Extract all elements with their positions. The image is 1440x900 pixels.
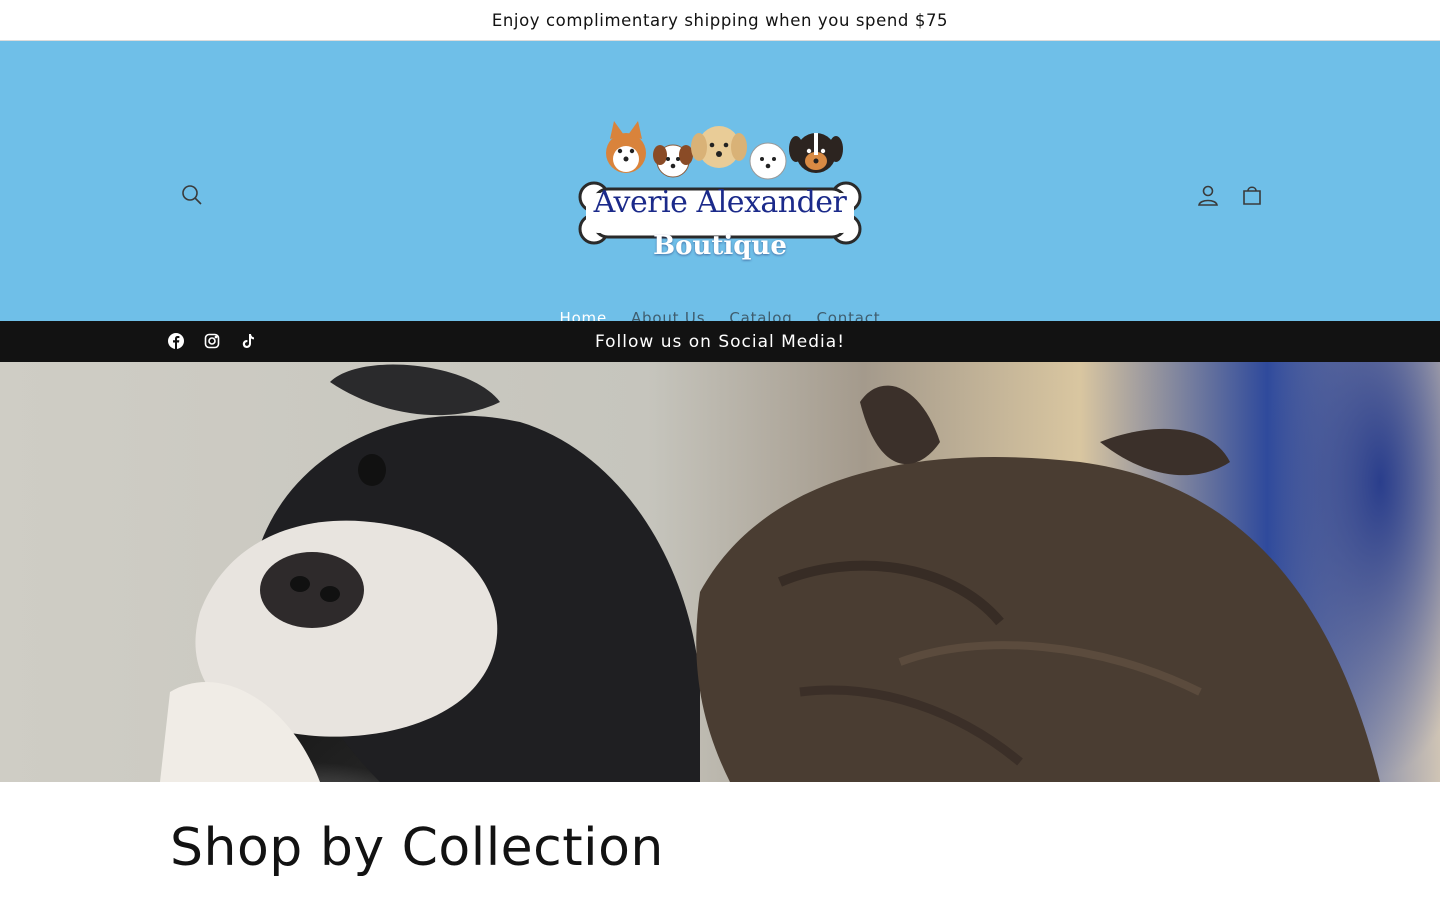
instagram-icon[interactable] (202, 331, 222, 351)
search-icon[interactable] (178, 181, 206, 209)
hero-image (0, 362, 1440, 782)
announcement-text: Enjoy complimentary shipping when you sp… (491, 10, 949, 30)
shop-by-collection-heading: Shop by Collection (170, 818, 664, 878)
announcement-bar: Enjoy complimentary shipping when you sp… (0, 0, 1440, 41)
store-logo[interactable]: Averie Alexander Boutique (578, 117, 862, 273)
logo-subtitle: Boutique (653, 231, 787, 261)
cart-icon[interactable] (1238, 181, 1266, 209)
facebook-icon[interactable] (166, 331, 186, 351)
site-header: Averie Alexander Boutique Home About Us … (0, 41, 1440, 327)
social-bar-text: Follow us on Social Media! (594, 331, 846, 352)
social-icons (166, 331, 258, 351)
tiktok-icon[interactable] (238, 331, 258, 351)
account-icon[interactable] (1194, 181, 1222, 209)
logo-title: Averie Alexander (593, 185, 847, 220)
hero-dogs-photo (160, 364, 1380, 782)
social-media-bar: Follow us on Social Media! (0, 321, 1440, 362)
